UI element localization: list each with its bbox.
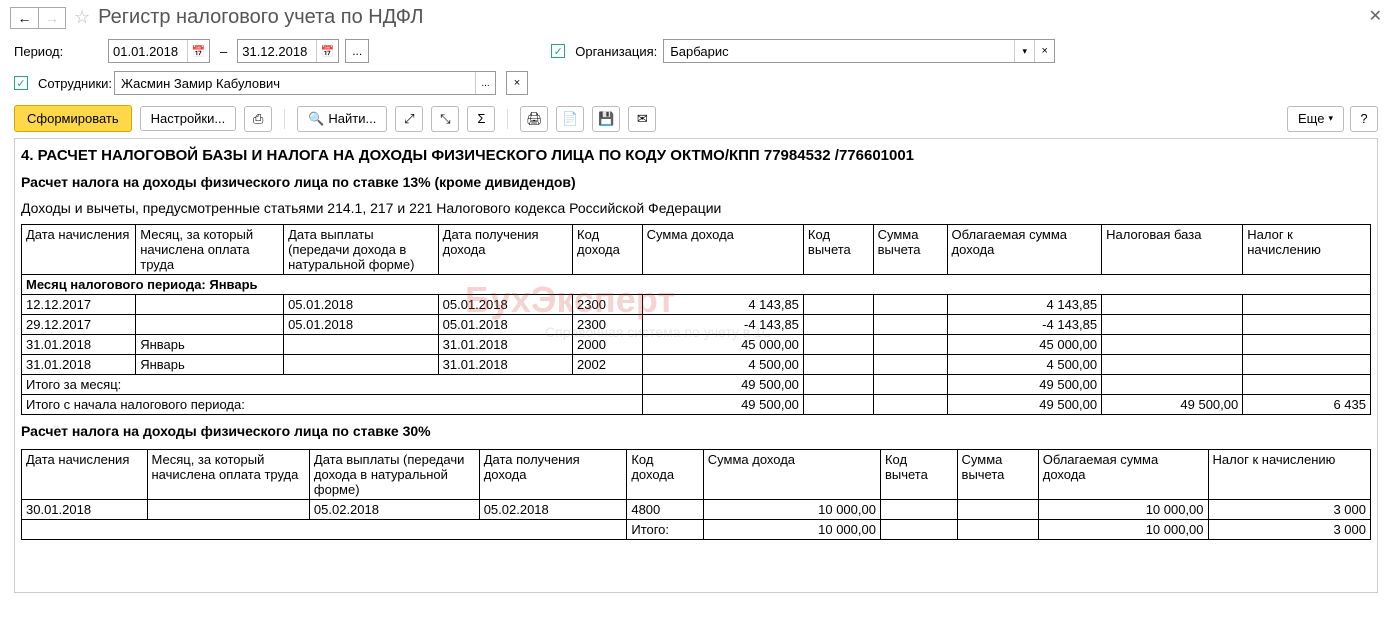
calc13-title: Расчет налога на доходы физического лица… [21,174,1371,190]
close-icon[interactable]: ✕ [1369,6,1382,26]
th: Дата выплаты (передачи дохода в натураль… [284,225,439,275]
report-content: БухЭксперт Справочная система по учету в… [14,138,1378,593]
table-row: 12.12.201705.01.201805.01.201823004 143,… [22,295,1371,315]
date-from-input[interactable] [109,44,187,59]
total-period-row: Итого с начала налогового периода:49 500… [22,395,1371,415]
save-icon[interactable]: 💾 [592,106,620,132]
favorite-star-icon[interactable]: ☆ [74,7,90,28]
month-row: Месяц налогового периода: Январь [22,275,1371,295]
ellipsis-icon[interactable]: ... [475,72,495,94]
th: Налог к начислению [1243,225,1371,275]
calendar-icon[interactable]: 📅 [187,40,209,62]
toolbar: Сформировать Настройки... ⎙ 🔍Найти... ⤢ … [0,99,1392,138]
table-30: Дата начисленияМесяц, за который начисле… [21,449,1371,540]
more-button[interactable]: Еще ▾ [1287,106,1344,132]
org-combo: ▾ × [663,39,1055,63]
th: Облагаемая сумма дохода [947,225,1102,275]
tool-icon-1[interactable]: ⎙ [244,106,272,132]
table-13: Дата начисления Месяц, за который начисл… [21,224,1371,415]
th: Дата получения дохода [438,225,572,275]
forward-button[interactable]: → [38,7,66,29]
back-button[interactable]: ← [10,7,38,29]
period-picker-button[interactable]: ... [345,39,369,63]
table-row: 31.01.2018Январь31.01.2018200045 000,004… [22,335,1371,355]
org-label: Организация: [575,44,657,59]
total-month-row: Итого за месяц:49 500,0049 500,00 [22,375,1371,395]
employee-row: ✓ Сотрудники: ... × [0,67,1392,99]
emp-input[interactable] [115,76,475,91]
date-to-input[interactable] [238,44,316,59]
table-row: 31.01.2018Январь31.01.201820024 500,004 … [22,355,1371,375]
sum-icon[interactable]: Σ [467,106,495,132]
th: Сумма вычета [873,225,947,275]
find-button[interactable]: 🔍Найти... [297,106,387,132]
expand-icon[interactable]: ⤢ [395,106,423,132]
th: Сумма дохода [642,225,803,275]
help-button[interactable]: ? [1350,106,1378,132]
emp-label: Сотрудники: [38,76,108,91]
header-row: Дата начисленияМесяц, за который начисле… [22,450,1371,500]
emp-clear-button[interactable]: × [506,71,528,95]
emp-combo: ... [114,71,496,95]
generate-button[interactable]: Сформировать [14,105,132,132]
page-title: Регистр налогового учета по НДФЛ [98,6,423,29]
calendar-icon[interactable]: 📅 [316,40,338,62]
org-input[interactable] [664,44,1014,59]
org-checkbox[interactable]: ✓ [551,44,565,58]
mail-icon[interactable]: ✉ [628,106,656,132]
section-title: 4. РАСЧЕТ НАЛОГОВОЙ БАЗЫ И НАЛОГА НА ДОХ… [21,147,1371,164]
collapse-icon[interactable]: ⤡ [431,106,459,132]
clear-icon[interactable]: × [1034,40,1054,62]
date-to-box: 📅 [237,39,339,63]
period-row: Период: 📅 – 📅 ... ✓ Организация: ▾ × [0,35,1392,67]
preview-icon[interactable]: 📄 [556,106,584,132]
table-row: 30.01.201805.02.201805.02.2018480010 000… [22,500,1371,520]
th: Налоговая база [1102,225,1243,275]
table-row: 29.12.201705.01.201805.01.20182300-4 143… [22,315,1371,335]
dropdown-icon[interactable]: ▾ [1014,40,1034,62]
date-from-box: 📅 [108,39,210,63]
th: Дата начисления [22,225,136,275]
th: Код дохода [573,225,643,275]
period-label: Период: [14,44,102,59]
th: Код вычета [803,225,873,275]
header-row: Дата начисления Месяц, за который начисл… [22,225,1371,275]
th: Месяц, за который начислена оплата труда [136,225,284,275]
titlebar: ← → ☆ Регистр налогового учета по НДФЛ ✕ [0,0,1392,35]
calc30-title: Расчет налога на доходы физического лица… [21,423,1371,439]
total-row: Итого:10 000,0010 000,003 000 [22,520,1371,540]
note-text: Доходы и вычеты, предусмотренные статьям… [21,200,1371,216]
dash: – [220,44,227,59]
emp-checkbox[interactable]: ✓ [14,76,28,90]
print-icon[interactable]: 🖨 [520,106,548,132]
settings-button[interactable]: Настройки... [140,106,237,131]
